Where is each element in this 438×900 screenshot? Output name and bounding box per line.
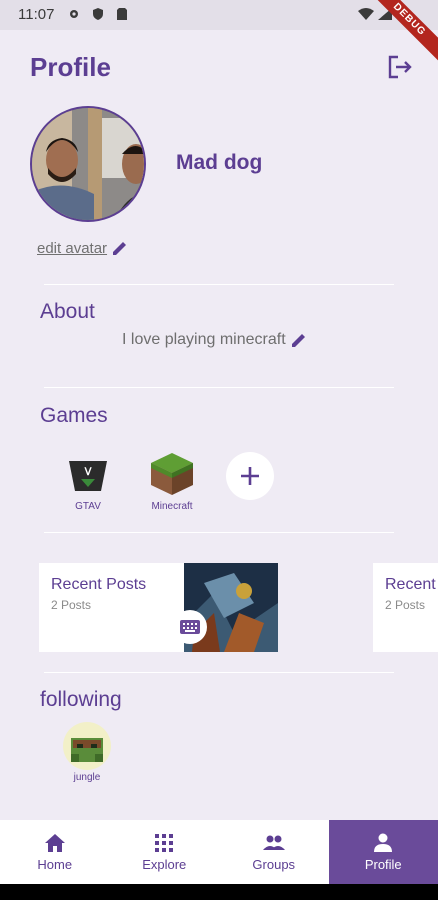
game-label: Minecraft: [151, 501, 193, 512]
bottom-navigation: Home Explore Groups Profile: [0, 820, 438, 884]
about-text-row[interactable]: I love playing minecraft: [122, 331, 308, 349]
home-icon: [44, 834, 65, 852]
divider: [44, 532, 394, 533]
recent-posts-card[interactable]: Recent Posts 2 Posts: [373, 563, 438, 652]
nav-label: Groups: [252, 857, 296, 872]
nav-label: Explore: [142, 857, 187, 872]
status-time: 11:07: [18, 6, 55, 23]
profile-screen: 11:07 DEBUG Profile Mad dog edit avatar: [0, 0, 438, 884]
following-item[interactable]: jungle: [62, 722, 112, 783]
follow-avatar: [63, 722, 111, 770]
logout-icon[interactable]: [386, 54, 414, 80]
add-game-button[interactable]: [226, 452, 274, 500]
nav-label: Home: [37, 857, 73, 872]
nav-label: Profile: [364, 857, 402, 872]
sim-card-icon: [117, 8, 127, 20]
post-card-title: Recent Posts: [385, 576, 438, 593]
plus-icon: [241, 467, 259, 485]
keyboard-icon: [180, 620, 200, 634]
nav-item-explore[interactable]: Explore: [110, 820, 220, 884]
grid-icon: [155, 834, 174, 852]
people-icon: [262, 835, 285, 850]
keyboard-badge: [173, 610, 207, 644]
edit-avatar-button[interactable]: edit avatar: [37, 239, 129, 257]
following-title: following: [40, 688, 122, 711]
post-card-title: Recent Posts: [51, 576, 147, 593]
settings-icon: [70, 10, 78, 18]
divider: [44, 387, 394, 388]
game-item-minecraft[interactable]: Minecraft: [148, 451, 196, 512]
about-text: I love playing minecraft: [122, 331, 286, 348]
pencil-icon[interactable]: [290, 331, 308, 349]
post-card-count: 2 Posts: [385, 598, 426, 612]
shield-icon: [93, 8, 103, 20]
gtav-icon: Ⅴ: [65, 451, 111, 497]
edit-avatar-label: edit avatar: [37, 239, 108, 257]
following-label: jungle: [73, 772, 101, 783]
recent-posts-card[interactable]: Recent Posts 2 Posts: [39, 563, 278, 652]
avatar-photo: [32, 108, 144, 220]
nav-item-home[interactable]: Home: [0, 820, 110, 884]
wifi-icon: [358, 8, 374, 20]
pencil-icon: [113, 242, 127, 255]
avatar[interactable]: [30, 106, 146, 222]
about-title: About: [40, 300, 95, 323]
post-card-count: 2 Posts: [51, 598, 92, 612]
divider: [44, 672, 394, 673]
username: Mad dog: [176, 151, 263, 174]
nav-item-groups[interactable]: Groups: [219, 820, 329, 884]
person-icon: [374, 833, 393, 852]
minecraft-icon: [149, 451, 195, 497]
status-bar: 11:07 DEBUG: [0, 0, 438, 65]
games-title: Games: [40, 404, 108, 427]
nav-item-profile[interactable]: Profile: [328, 820, 438, 884]
svg-text:Ⅴ: Ⅴ: [84, 467, 93, 478]
page-title: Profile: [30, 52, 111, 82]
divider: [44, 284, 394, 285]
game-label: GTAV: [75, 501, 101, 512]
game-item-gtav[interactable]: Ⅴ GTAV: [64, 451, 112, 512]
